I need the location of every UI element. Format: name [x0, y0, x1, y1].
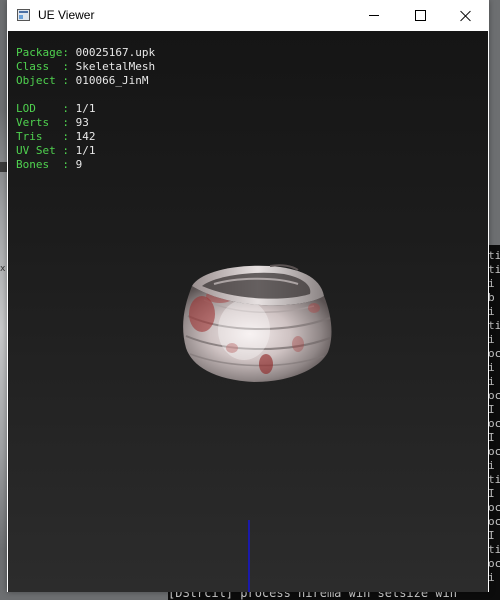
window-title: UE Viewer: [38, 8, 95, 22]
info-label: Verts :: [16, 116, 69, 129]
background-console-line: I: [488, 431, 495, 444]
background-console-line: I: [488, 487, 495, 500]
info-label: UV Set :: [16, 144, 69, 157]
background-console-line: i: [488, 571, 495, 584]
info-package: Package: 00025167.upk: [16, 46, 155, 60]
maximize-button[interactable]: [397, 0, 443, 31]
background-console-line: oc: [488, 557, 500, 570]
maximize-icon: [414, 10, 426, 21]
background-console-line: ti: [488, 319, 500, 332]
info-label: Package:: [16, 46, 69, 59]
info-bones: Bones : 9: [16, 158, 155, 172]
background-console-line: i: [488, 277, 495, 290]
info-class: Class : SkeletalMesh: [16, 60, 155, 74]
skeletal-mesh-render: [183, 264, 332, 382]
info-object: Object : 010066_JinM: [16, 74, 155, 88]
info-value: 93: [75, 116, 89, 129]
background-console-line: I: [488, 403, 495, 416]
3d-viewport[interactable]: Package: 00025167.upk Class : SkeletalMe…: [8, 31, 488, 592]
background-console-line: ti: [488, 249, 500, 262]
background-console-line: I: [488, 529, 495, 542]
background-console-line: oc: [488, 347, 500, 360]
background-console-line: ti: [488, 263, 500, 276]
background-console-line: i: [488, 459, 495, 472]
close-button[interactable]: [443, 0, 489, 31]
background-console-line: oc: [488, 515, 500, 528]
title-bar[interactable]: UE Viewer: [7, 0, 489, 31]
info-label: Object :: [16, 74, 69, 87]
minimize-button[interactable]: [351, 0, 397, 31]
background-console-line: i: [488, 305, 495, 318]
background-console-line: ti: [488, 543, 500, 556]
close-icon: [460, 10, 472, 22]
info-tris: Tris : 142: [16, 130, 155, 144]
info-value: 1/1: [75, 102, 96, 115]
info-value: 9: [75, 158, 83, 171]
background-console-window: titiibitiiociiocIocIocitiIococItiocib: [488, 245, 500, 600]
info-verts: Verts : 93: [16, 116, 155, 130]
background-console-line: i: [488, 361, 495, 374]
info-label: Tris :: [16, 130, 69, 143]
app-window-icon: [17, 9, 30, 21]
background-console-line: i: [488, 375, 495, 388]
minimize-icon: [369, 15, 379, 16]
background-console-line: oc: [488, 501, 500, 514]
background-console-line: ti: [488, 473, 500, 486]
background-console-text: titiibitiiociiocIocIocitiIococItiocib: [488, 249, 500, 599]
ue-viewer-window: UE Viewer Package: 00025167.upk Class : …: [7, 0, 489, 592]
info-value: 1/1: [75, 144, 96, 157]
info-uvset: UV Set : 1/1: [16, 144, 155, 158]
info-value: 010066_JinM: [75, 74, 149, 87]
info-value: SkeletalMesh: [75, 60, 156, 73]
background-console-line: i: [488, 333, 495, 346]
info-label: Bones :: [16, 158, 69, 171]
background-console-line: oc: [488, 389, 500, 402]
background-console-line: b: [488, 291, 495, 304]
mesh-info-overlay: Package: 00025167.upk Class : SkeletalMe…: [16, 46, 155, 172]
background-console-line: oc: [488, 445, 500, 458]
info-value: 00025167.upk: [75, 46, 156, 59]
info-label: Class :: [16, 60, 69, 73]
view-axis-line: [248, 520, 250, 592]
info-value: 142: [75, 130, 96, 143]
info-label: LOD :: [16, 102, 69, 115]
background-console-line: oc: [488, 417, 500, 430]
info-lod: LOD : 1/1: [16, 102, 155, 116]
background-close-glyph: x: [0, 264, 6, 274]
